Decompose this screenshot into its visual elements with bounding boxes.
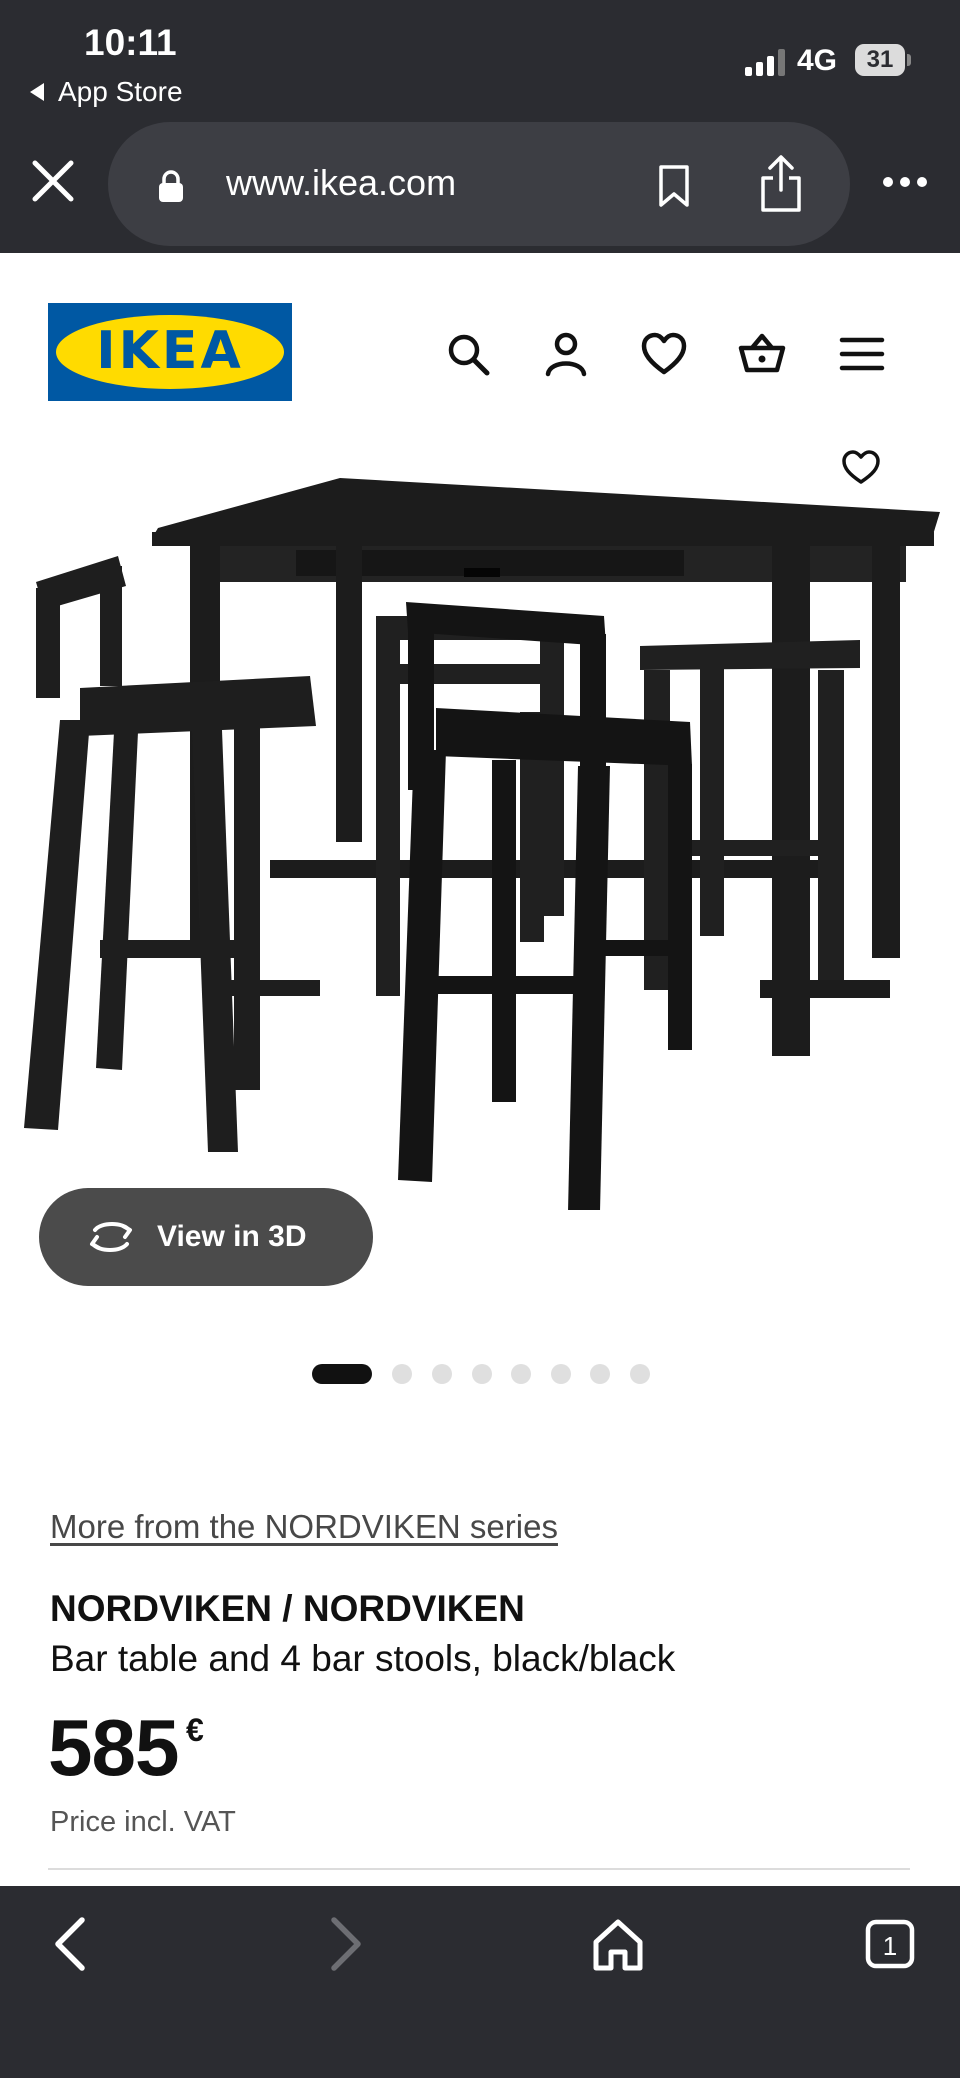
gallery-dot-4[interactable] xyxy=(472,1364,492,1384)
gallery-dot-1[interactable] xyxy=(312,1364,372,1384)
gallery-dot-7[interactable] xyxy=(590,1364,610,1384)
address-bar[interactable] xyxy=(108,122,850,246)
product-description: Bar table and 4 bar stools, black/black xyxy=(50,1638,676,1679)
price-currency: € xyxy=(186,1712,204,1748)
price-note: Price incl. VAT xyxy=(50,1806,236,1838)
divider xyxy=(48,1868,910,1870)
heart-icon[interactable] xyxy=(640,330,688,378)
status-time: 10:11 xyxy=(84,22,177,63)
share-icon[interactable] xyxy=(756,154,806,214)
more-icon[interactable] xyxy=(880,172,930,192)
stool-back-middle xyxy=(376,616,566,996)
back-app-label: App Store xyxy=(58,76,183,107)
back-triangle-icon xyxy=(30,83,44,101)
battery-icon: 31 xyxy=(855,44,905,76)
gallery-dot-2[interactable] xyxy=(392,1364,412,1384)
stool-front-left xyxy=(24,556,320,1152)
view-in-3d-button[interactable]: View in 3D xyxy=(39,1188,373,1286)
battery-level: 31 xyxy=(866,46,894,73)
view-in-3d-label: View in 3D xyxy=(157,1220,307,1253)
series-link[interactable]: More from the NORDVIKEN series xyxy=(50,1508,558,1546)
bookmark-icon[interactable] xyxy=(656,164,692,208)
menu-icon[interactable] xyxy=(838,330,886,378)
home-icon[interactable] xyxy=(588,1914,648,1974)
product-price: 585 xyxy=(48,1703,179,1792)
network-label: 4G xyxy=(797,44,838,77)
logo-text: IKEA xyxy=(96,321,244,381)
back-icon[interactable] xyxy=(42,1914,102,1974)
rotate-3d-icon xyxy=(90,1222,132,1252)
forward-icon[interactable] xyxy=(314,1914,374,1974)
back-to-app-link[interactable]: App Store xyxy=(30,76,183,108)
ikea-product-page: 10:11 App Store 4G 31 www.ikea.com IKEA xyxy=(0,0,960,2078)
tabs-icon[interactable]: 1 xyxy=(860,1914,920,1974)
product-name: NORDVIKEN / NORDVIKEN xyxy=(50,1588,525,1629)
gallery-dot-5[interactable] xyxy=(511,1364,531,1384)
close-icon[interactable] xyxy=(30,158,76,204)
search-icon[interactable] xyxy=(444,330,492,378)
browser-toolbar xyxy=(0,1886,960,2078)
gallery-dot-8[interactable] xyxy=(630,1364,650,1384)
lock-icon xyxy=(159,170,183,202)
gallery-dot-3[interactable] xyxy=(432,1364,452,1384)
tab-count: 1 xyxy=(883,1931,897,1961)
gallery-dot-6[interactable] xyxy=(551,1364,571,1384)
url-text[interactable]: www.ikea.com xyxy=(226,162,456,204)
product-image[interactable] xyxy=(0,420,960,1210)
favorite-heart-icon[interactable] xyxy=(836,444,886,490)
battery-cap xyxy=(907,54,911,66)
account-icon[interactable] xyxy=(542,330,590,378)
signal-icon xyxy=(745,48,787,76)
ikea-logo[interactable]: IKEA xyxy=(48,303,292,401)
basket-icon[interactable] xyxy=(738,330,786,378)
